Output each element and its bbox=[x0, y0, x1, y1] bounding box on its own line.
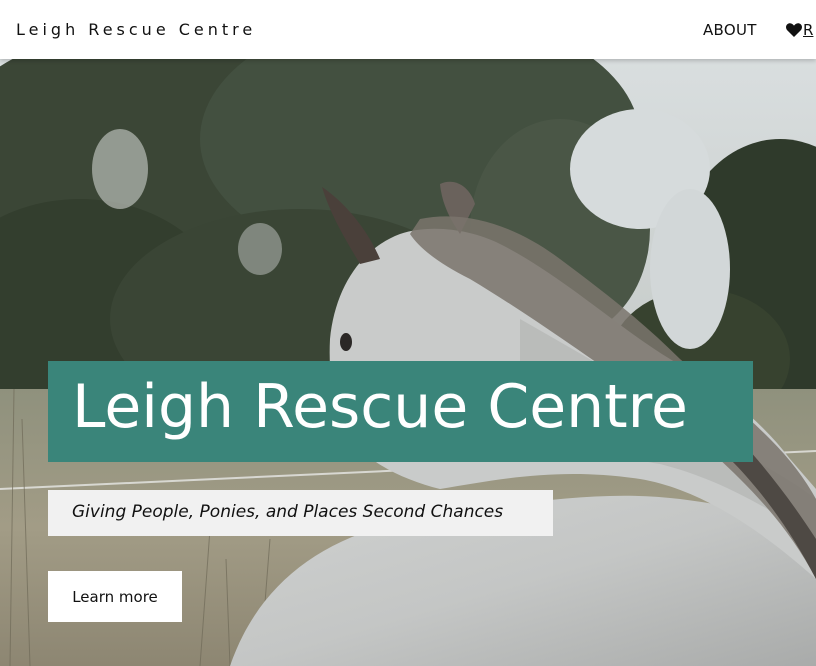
learn-more-button[interactable]: Learn more bbox=[48, 571, 182, 622]
nav-link-rescue-label: R bbox=[803, 21, 814, 39]
page: Leigh Rescue Centre ABOUT R Leigh Rescue… bbox=[0, 0, 816, 666]
heart-icon bbox=[786, 23, 802, 37]
nav-link-about[interactable]: ABOUT bbox=[703, 21, 757, 39]
top-navigation-bar: Leigh Rescue Centre ABOUT R bbox=[0, 0, 816, 59]
hero-tagline-box: Giving People, Ponies, and Places Second… bbox=[48, 490, 553, 536]
brand-link[interactable]: Leigh Rescue Centre bbox=[16, 20, 256, 39]
hero-title-box: Leigh Rescue Centre bbox=[48, 361, 753, 462]
nav-link-rescue[interactable]: R bbox=[786, 21, 813, 39]
hero-title: Leigh Rescue Centre bbox=[72, 372, 688, 442]
hero-tagline: Giving People, Ponies, and Places Second… bbox=[72, 502, 504, 522]
